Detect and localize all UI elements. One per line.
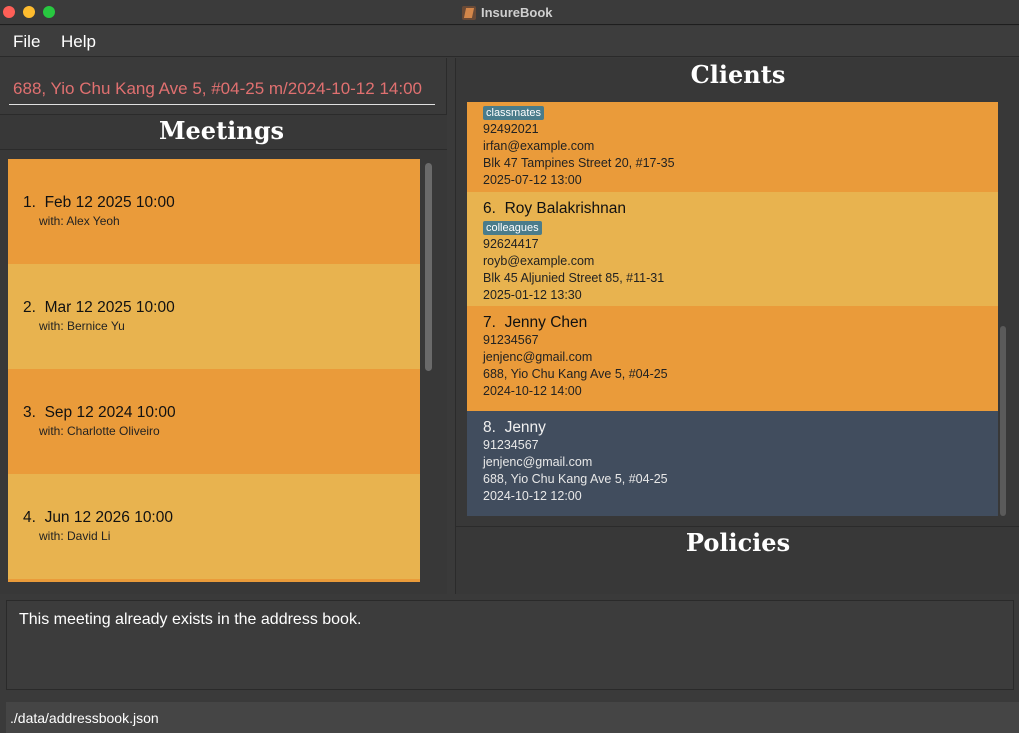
client-address: 688, Yio Chu Kang Ave 5, #04-25	[483, 472, 668, 486]
meeting-client: with: Bernice Yu	[39, 319, 125, 333]
result-message: This meeting already exists in the addre…	[19, 611, 362, 628]
client-card[interactable]: 6. Roy Balakrishnan colleagues 92624417 …	[467, 192, 998, 306]
close-window-button[interactable]	[3, 6, 15, 18]
window-title: InsureBook	[462, 4, 553, 21]
status-bar: ./data/addressbook.json	[6, 702, 1019, 733]
client-name: 8. Jenny	[483, 419, 546, 436]
client-email: jenjenc@gmail.com	[483, 455, 593, 469]
menu-bar: File Help	[0, 26, 1019, 57]
scrollbar-thumb[interactable]	[425, 163, 432, 371]
meetings-title: Meetings	[158, 116, 285, 145]
client-list[interactable]: classmates 92492021 irfan@example.com Bl…	[467, 102, 998, 516]
client-email: irfan@example.com	[483, 139, 595, 153]
title-bar: InsureBook	[0, 0, 1019, 25]
client-meeting: 2024-10-12 12:00	[483, 489, 582, 503]
clients-header: Clients	[456, 58, 1019, 102]
client-list-scrollbar[interactable]	[1000, 326, 1006, 516]
client-phone: 91234567	[483, 438, 539, 452]
client-name: 6. Roy Balakrishnan	[483, 200, 627, 217]
window-title-text: InsureBook	[481, 5, 553, 20]
policies-panel: Policies	[456, 526, 1019, 594]
client-address: Blk 45 Aljunied Street 85, #11-31	[483, 271, 665, 285]
meeting-datetime: 1. Feb 12 2025 10:00	[23, 194, 175, 211]
left-pane: Meetings 1. Feb 12 2025 10:00 with: Alex…	[0, 58, 447, 594]
meeting-card[interactable]: 2. Mar 12 2025 10:00 with: Bernice Yu	[8, 264, 420, 369]
right-pane: Clients classmates 92492021 irfan@exampl…	[455, 58, 1019, 594]
client-address: Blk 47 Tampines Street 20, #17-35	[483, 156, 675, 170]
meeting-card[interactable]: 1. Feb 12 2025 10:00 with: Alex Yeoh	[8, 159, 420, 264]
app-logo-icon	[462, 5, 476, 20]
client-card-selected[interactable]: 8. Jenny 91234567 jenjenc@gmail.com 688,…	[467, 411, 998, 516]
client-phone: 91234567	[483, 333, 539, 347]
maximize-window-button[interactable]	[43, 6, 55, 18]
result-display: This meeting already exists in the addre…	[6, 600, 1014, 690]
meeting-list[interactable]: 1. Feb 12 2025 10:00 with: Alex Yeoh 2. …	[8, 159, 420, 582]
client-tag: classmates	[483, 106, 545, 120]
client-email: jenjenc@gmail.com	[483, 350, 593, 364]
menu-file[interactable]: File	[13, 32, 40, 52]
menu-help[interactable]: Help	[61, 32, 96, 52]
meeting-client: with: Alex Yeoh	[39, 214, 120, 228]
meeting-card[interactable]: 4. Jun 12 2026 10:00 with: David Li	[8, 474, 420, 579]
client-meeting: 2024-10-12 14:00	[483, 384, 582, 398]
policies-title: Policies	[685, 528, 791, 557]
meeting-datetime: 4. Jun 12 2026 10:00	[23, 509, 173, 526]
command-box	[0, 58, 447, 115]
meeting-datetime: 3. Sep 12 2024 10:00	[23, 404, 176, 421]
clients-title: Clients	[690, 60, 786, 89]
client-card[interactable]: 7. Jenny Chen 91234567 jenjenc@gmail.com…	[467, 306, 998, 411]
client-tag: colleagues	[483, 221, 542, 235]
meeting-card[interactable]: 3. Sep 12 2024 10:00 with: Charlotte Oli…	[8, 369, 420, 474]
meeting-list-scrollbar[interactable]	[422, 159, 434, 582]
client-email: royb@example.com	[483, 254, 595, 268]
meeting-datetime: 2. Mar 12 2025 10:00	[23, 299, 175, 316]
command-input[interactable]	[9, 73, 435, 105]
status-file-path: ./data/addressbook.json	[10, 710, 159, 726]
meeting-client: with: David Li	[39, 529, 111, 543]
meeting-card-partial	[8, 579, 420, 582]
meetings-header: Meetings	[0, 116, 447, 150]
minimize-window-button[interactable]	[23, 6, 35, 18]
client-meeting: 2025-01-12 13:30	[483, 288, 582, 302]
client-phone: 92492021	[483, 122, 539, 136]
client-name: 7. Jenny Chen	[483, 314, 588, 331]
client-card[interactable]: classmates 92492021 irfan@example.com Bl…	[467, 102, 998, 192]
client-meeting: 2025-07-12 13:00	[483, 173, 582, 187]
client-phone: 92624417	[483, 237, 539, 251]
meeting-client: with: Charlotte Oliveiro	[39, 424, 160, 438]
client-address: 688, Yio Chu Kang Ave 5, #04-25	[483, 367, 668, 381]
